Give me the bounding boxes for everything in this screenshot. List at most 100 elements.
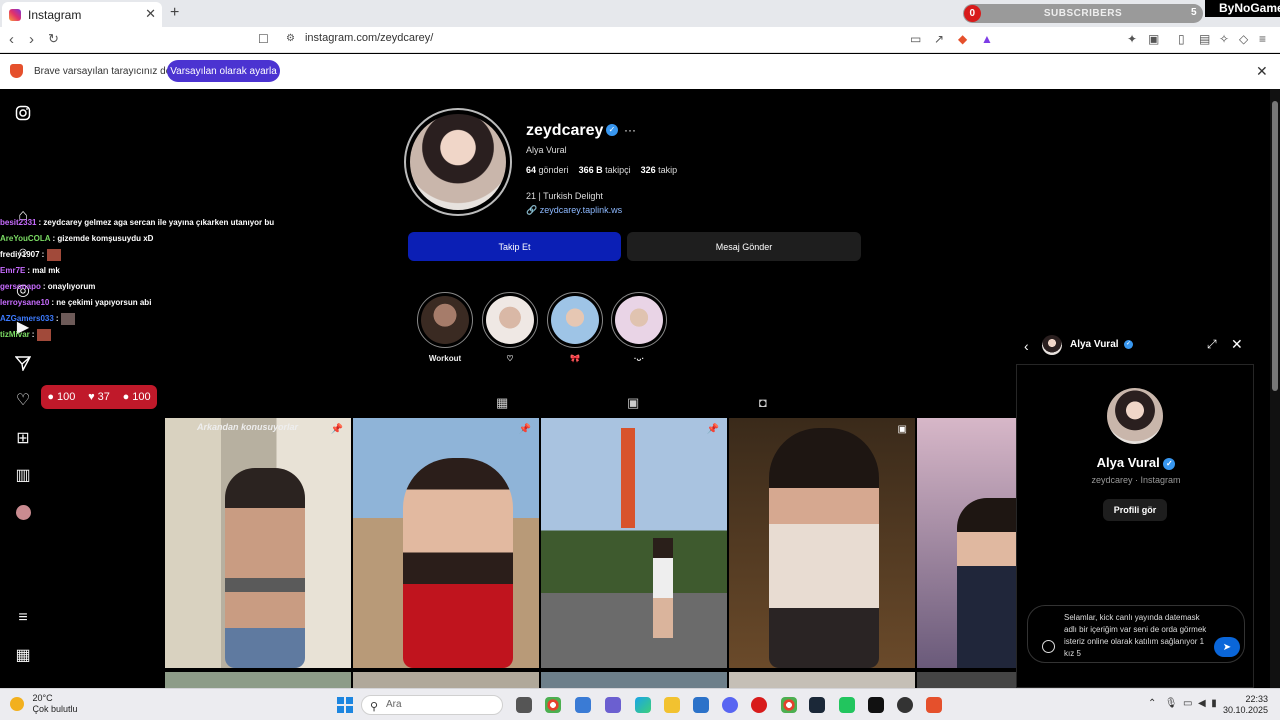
leo-ai-icon[interactable]: ✧	[1219, 32, 1229, 46]
dm-avatar	[1107, 388, 1163, 444]
post-tile[interactable]: 📌	[353, 418, 539, 668]
message-button[interactable]: Mesaj Gönder	[627, 232, 861, 261]
tagged-tab-icon[interactable]: ◘	[759, 395, 767, 410]
highlight-workout[interactable]: Workout	[417, 292, 473, 363]
dm-panel: Alya Vural ✓ zeydcarey · Instagram Profi…	[1016, 364, 1254, 688]
highlight-face[interactable]: ·ᴗ·	[611, 292, 667, 363]
more-menu-icon[interactable]: ≡	[14, 609, 32, 627]
dm-back-icon[interactable]: ‹	[1024, 338, 1029, 354]
dm-draft-text[interactable]: Selamlar, kick canlı yayında datemask ad…	[1064, 612, 1212, 660]
wallet-icon[interactable]: ▤	[1199, 32, 1210, 46]
chrome-icon[interactable]	[545, 697, 561, 713]
reels-tab-icon[interactable]: ▣	[627, 395, 639, 411]
tray-overflow-icon[interactable]: ⌃	[1148, 698, 1156, 709]
post-tile[interactable]	[917, 418, 1016, 668]
chat-line: Emr7E: mal mk	[0, 266, 60, 275]
teams-icon[interactable]	[605, 697, 621, 713]
dm-message-input[interactable]: Selamlar, kick canlı yayında datemask ad…	[1027, 605, 1245, 663]
posts-grid-tab-icon[interactable]: ▦	[496, 395, 508, 411]
reload-icon[interactable]: ↻	[48, 31, 59, 47]
post-tile[interactable]	[165, 672, 351, 688]
edge-icon[interactable]	[635, 697, 651, 713]
cast-icon[interactable]: ▭	[910, 32, 921, 46]
dashboard-icon[interactable]: ▥	[14, 466, 32, 484]
file-explorer-icon[interactable]	[664, 697, 680, 713]
new-tab-button[interactable]: +	[170, 4, 179, 22]
post-tile[interactable]: ▣	[729, 418, 915, 668]
brave-shields-icon[interactable]: ◆	[958, 32, 967, 46]
time: 22:33	[1245, 694, 1268, 704]
weather-icon	[10, 697, 24, 711]
taskbar-search[interactable]: ⚲ Ara	[361, 695, 503, 715]
microphone-icon[interactable]: 🎙	[1165, 698, 1178, 709]
instagram-logo-icon[interactable]	[14, 104, 32, 122]
create-icon[interactable]: ⊞	[14, 429, 32, 447]
profile-avatar[interactable]	[404, 108, 512, 216]
close-infobar-icon[interactable]: ✕	[1256, 63, 1268, 80]
page-scrollbar[interactable]	[1270, 89, 1280, 688]
person-icon: ●	[122, 391, 130, 403]
menu-icon[interactable]: ≡	[1259, 32, 1266, 46]
post-tile[interactable]	[541, 672, 727, 688]
notifications-icon[interactable]: ♡	[14, 391, 32, 409]
network-icon[interactable]: ▭	[1183, 698, 1192, 709]
options-icon[interactable]: ···	[624, 123, 636, 137]
clock[interactable]: 22:33 30.10.2025	[1222, 694, 1268, 716]
opera-icon[interactable]	[751, 697, 767, 713]
heart-icon: ♥	[88, 391, 95, 403]
mail-icon[interactable]	[693, 697, 709, 713]
follow-button[interactable]: Takip Et	[408, 232, 621, 261]
profile-bio: 21 | Turkish Delight	[526, 191, 603, 201]
messages-icon[interactable]	[14, 354, 32, 372]
start-button[interactable]	[337, 697, 353, 713]
highlight-heart[interactable]: ♡	[482, 292, 538, 363]
brave-rewards-icon[interactable]: ▲	[981, 32, 993, 46]
dm-expand-icon[interactable]: ⤢	[1207, 337, 1217, 352]
subscribers-count: 0	[964, 5, 981, 22]
back-icon[interactable]: ‹	[9, 31, 14, 48]
share-icon[interactable]: ↗	[934, 32, 944, 46]
battery-icon[interactable]: ▮	[1211, 698, 1217, 709]
system-tray[interactable]: ⌃ 🎙 ▭ ◀ ▮	[1148, 698, 1217, 709]
steam-icon[interactable]	[809, 697, 825, 713]
post-tile[interactable]: 📌	[541, 418, 727, 668]
followers-stat[interactable]: 366 B takipçi	[579, 165, 631, 175]
post-tile[interactable]	[353, 672, 539, 688]
view-profile-button[interactable]: Profili gör	[1103, 499, 1167, 521]
also-from-meta-icon[interactable]: ▦	[14, 646, 32, 664]
obs-icon[interactable]	[897, 697, 913, 713]
dm-close-icon[interactable]: ✕	[1231, 336, 1243, 353]
dm-verified-icon: ✓	[1124, 340, 1133, 349]
emoji-icon[interactable]	[1042, 640, 1055, 653]
post-tile[interactable]: Arkandan konusuyorlar 📌	[165, 418, 351, 668]
url-field[interactable]: ⚙ instagram.com/zeydcarey/	[286, 32, 433, 44]
task-view-icon[interactable]	[516, 697, 532, 713]
tiktok-icon[interactable]	[868, 697, 884, 713]
discord-icon[interactable]	[722, 697, 738, 713]
brave-icon[interactable]	[926, 697, 942, 713]
post-tile[interactable]	[729, 672, 915, 688]
extensions-icon[interactable]: ✦	[1127, 32, 1137, 46]
send-button[interactable]: ➤	[1214, 637, 1240, 657]
post-tile[interactable]	[917, 672, 1016, 688]
profile-avatar-icon[interactable]	[14, 503, 32, 521]
weather-widget[interactable]: 20°C Çok bulutlu	[10, 693, 78, 715]
search-icon: ⚲	[370, 701, 379, 713]
forward-icon[interactable]: ›	[29, 31, 34, 48]
sidebar-icon[interactable]: ▯	[1178, 32, 1185, 46]
vpn-icon[interactable]: ◇	[1239, 32, 1248, 46]
bookmark-icon[interactable]: ☐	[258, 32, 269, 46]
chrome-profile-icon[interactable]	[781, 697, 797, 713]
store-icon[interactable]	[575, 697, 591, 713]
profile-link[interactable]: 🔗 zeydcarey.taplink.ws	[526, 205, 622, 216]
set-default-button[interactable]: Varsayılan olarak ayarla	[167, 60, 280, 82]
close-tab-icon[interactable]: ✕	[145, 6, 156, 22]
kick-icon[interactable]	[839, 697, 855, 713]
tab-instagram[interactable]: Instagram ✕	[2, 2, 162, 27]
highlight-bow[interactable]: 🎀	[547, 292, 603, 363]
site-info-icon[interactable]: ⚙	[286, 33, 295, 44]
tab-search-icon[interactable]: ▣	[1148, 32, 1159, 46]
address-bar-row: ‹ › ↻ ☐ ⚙ instagram.com/zeydcarey/ ▭ ↗ ◆ …	[0, 27, 1280, 53]
volume-icon[interactable]: ◀	[1198, 698, 1206, 709]
following-stat[interactable]: 326 takip	[641, 165, 678, 175]
